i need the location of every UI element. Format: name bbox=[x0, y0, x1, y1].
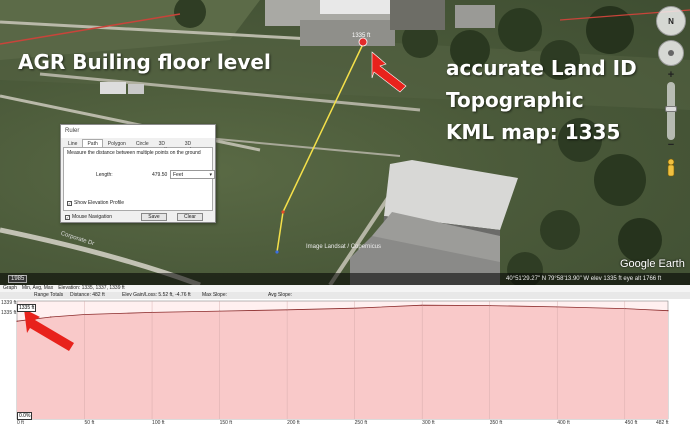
checkbox-icon: ✓ bbox=[65, 214, 70, 220]
x-axis-tick-label: 350 ft bbox=[489, 420, 503, 426]
image-credit: Image Landsat / Copernicus bbox=[306, 244, 382, 250]
unit-select-value: Feet bbox=[173, 172, 184, 178]
chevron-down-icon: ▾ bbox=[209, 172, 212, 178]
checkbox-icon: ✓ bbox=[67, 200, 72, 206]
x-axis-tick-label: 150 ft bbox=[219, 420, 233, 426]
overlay-right-line-3: KML map: 1335 bbox=[446, 120, 621, 144]
coordinates-readout: 40°51'29.27" N 79°58'13.90" W elev 1335 … bbox=[506, 276, 662, 282]
elevation-profile-panel: Graph Min, Avg, Max Elevation: 1335, 133… bbox=[0, 285, 690, 428]
ruler-tab-3d-path[interactable]: 3D path bbox=[154, 139, 180, 153]
ruler-dialog: Ruler LinePathPolygonCircle3D path3D pol… bbox=[60, 124, 216, 223]
y-axis-top-label: 1339 ft bbox=[1, 300, 17, 306]
save-button[interactable]: Save bbox=[141, 213, 167, 221]
distance-label: Distance: 482 ft bbox=[70, 292, 105, 298]
compass-control[interactable]: N bbox=[656, 6, 686, 36]
placemark-label: 1335 ft bbox=[352, 33, 371, 39]
elevation-stats: Elevation: 1335, 1337, 1339 ft bbox=[58, 285, 125, 291]
x-axis-tick-label: 482 ft bbox=[656, 420, 669, 426]
zoom-slider-thumb[interactable] bbox=[665, 106, 677, 112]
ruler-title: Ruler bbox=[61, 125, 215, 138]
length-value: 479.50 bbox=[152, 172, 168, 178]
placemark-pin bbox=[358, 37, 368, 47]
profile-summary-bar: Graph Min, Avg, Max Elevation: 1335, 133… bbox=[0, 285, 690, 292]
x-axis-tick-label: 100 ft bbox=[152, 420, 165, 426]
show-elevation-checkbox[interactable]: ✓ Show Elevation Profile bbox=[67, 200, 124, 206]
ruler-description: Measure the distance between multiple po… bbox=[67, 150, 201, 156]
y-axis-mid-label: 1335 ft bbox=[1, 310, 17, 316]
x-axis-tick-label: 400 ft bbox=[557, 420, 570, 426]
ruler-tab-circle[interactable]: Circle bbox=[131, 139, 154, 147]
status-bar: 1985 40°51'29.27" N 79°58'13.90" W elev … bbox=[0, 273, 690, 285]
show-elevation-label: Show Elevation Profile bbox=[74, 200, 125, 206]
elevation-area bbox=[17, 305, 668, 419]
elevation-point bbox=[16, 320, 18, 322]
ruler-tab-line[interactable]: Line bbox=[63, 139, 82, 147]
unit-select[interactable]: Feet ▾ bbox=[170, 170, 215, 179]
ruler-tab-3d-polygon[interactable]: 3D polygon bbox=[180, 139, 213, 153]
max-slope-label: Max Slope: bbox=[202, 292, 228, 298]
zoom-in-button[interactable]: + bbox=[664, 70, 678, 82]
mouse-navigation-checkbox[interactable]: ✓ Mouse Navigation bbox=[65, 214, 112, 220]
x-axis-tick-label: 200 ft bbox=[287, 420, 300, 426]
range-totals-label: Range Totals bbox=[34, 292, 64, 298]
slope-percent-tag: 0.0% bbox=[17, 412, 33, 420]
ruler-tab-path[interactable]: Path bbox=[82, 139, 103, 147]
ruler-tab-polygon[interactable]: Polygon bbox=[103, 139, 131, 147]
profile-range-bar: Range Totals Distance: 482 ft Elev Gain/… bbox=[0, 292, 690, 299]
zoom-out-button[interactable]: − bbox=[664, 140, 678, 152]
x-axis-tick-label: 250 ft bbox=[354, 420, 368, 426]
gain-loss-label: Elev Gain/Loss: 5.52 ft, -4.76 ft bbox=[122, 292, 191, 298]
mouse-navigation-label: Mouse Navigation bbox=[72, 214, 113, 220]
elevation-point bbox=[667, 310, 669, 312]
elevation-cursor-tag: 1335 ft bbox=[17, 304, 37, 312]
clear-button[interactable]: Clear bbox=[177, 213, 203, 221]
x-axis-tick-label: 50 ft bbox=[84, 420, 95, 426]
historical-year-badge[interactable]: 1985 bbox=[8, 275, 28, 283]
look-joystick-icon[interactable] bbox=[658, 40, 684, 66]
min-avg-max-label: Min, Avg, Max bbox=[21, 285, 54, 291]
elevation-graph[interactable] bbox=[0, 299, 690, 421]
x-axis-tick-label: 450 ft bbox=[624, 420, 638, 426]
street-view-person-icon[interactable] bbox=[664, 158, 678, 178]
x-axis-tick-label: 300 ft bbox=[422, 420, 435, 426]
x-axis-tick-label: 0 ft bbox=[17, 420, 24, 426]
avg-slope-label: Avg Slope: bbox=[268, 292, 293, 298]
length-label: Length: bbox=[96, 172, 113, 178]
map-view[interactable]: AGR Builing floor level accurate Land ID… bbox=[0, 0, 690, 285]
overlay-right-line-1: accurate Land ID bbox=[446, 56, 637, 80]
google-earth-logo: Google Earth bbox=[620, 258, 685, 270]
graph-label: Graph bbox=[3, 285, 17, 291]
compass-north-label: N bbox=[668, 16, 674, 26]
elevation-point bbox=[50, 316, 52, 318]
ruler-tabs: LinePathPolygonCircle3D path3D polygon bbox=[63, 139, 213, 153]
overlay-title: AGR Builing floor level bbox=[18, 50, 271, 74]
overlay-right-line-2: Topographic bbox=[446, 88, 584, 112]
